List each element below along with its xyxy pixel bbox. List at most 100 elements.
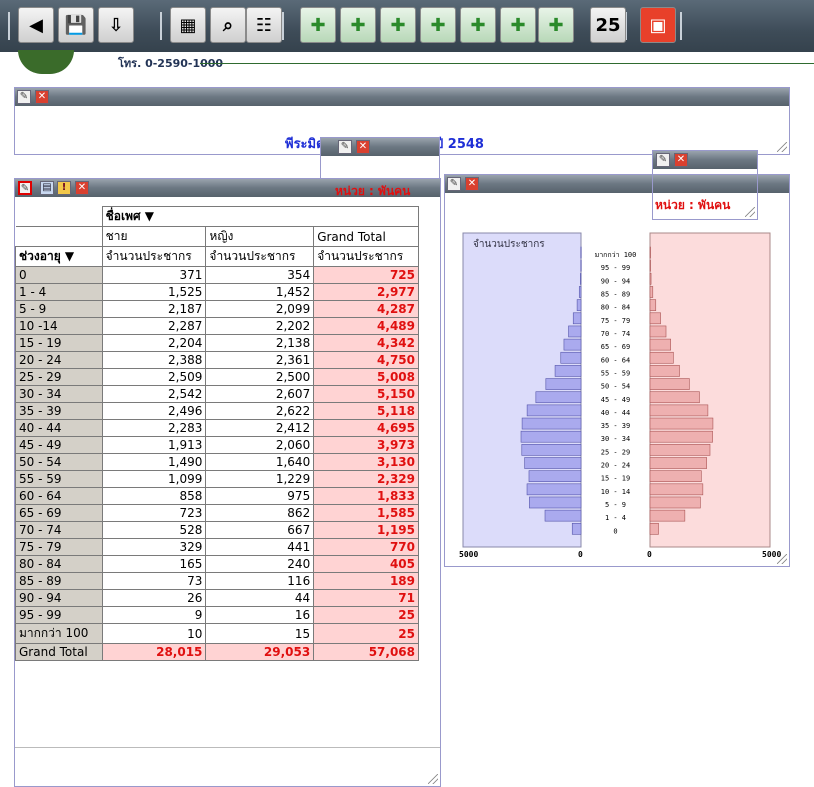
age-cell: 10 -14 bbox=[15, 317, 103, 335]
age-tick-label: มากกว่า 100 bbox=[595, 251, 637, 259]
age-tick-label: 25 - 29 bbox=[601, 448, 631, 456]
resize-grip[interactable] bbox=[777, 142, 787, 152]
total-cell: 4,695 bbox=[313, 419, 419, 437]
header-divider bbox=[200, 63, 814, 64]
age-tick-label: 60 - 64 bbox=[601, 356, 631, 364]
age-cell: 40 - 44 bbox=[15, 419, 103, 437]
resize-grip[interactable] bbox=[745, 207, 755, 217]
female-cell: 2,607 bbox=[205, 385, 315, 403]
table-row: 15 - 19 2,204 2,138 4,342 bbox=[15, 334, 419, 352]
male-cell: 73 bbox=[101, 572, 207, 590]
male-cell: 165 bbox=[101, 555, 207, 573]
female-bar bbox=[649, 417, 714, 430]
male-bar bbox=[524, 457, 582, 469]
table-row: 10 -14 2,287 2,202 4,489 bbox=[15, 317, 419, 335]
female-bar bbox=[649, 312, 661, 325]
age-tick-label: 50 - 54 bbox=[601, 383, 631, 391]
table-row: 60 - 64 858 975 1,833 bbox=[15, 487, 419, 505]
edit-icon[interactable]: ✎ bbox=[338, 140, 352, 154]
female-cell: 2,361 bbox=[205, 351, 315, 369]
age-tick-label: 20 - 24 bbox=[601, 462, 631, 470]
axis-tick-label: 0 bbox=[578, 550, 583, 559]
total-cell: 3,130 bbox=[313, 453, 419, 471]
male-cell: 1,525 bbox=[101, 283, 207, 301]
female-cell: 862 bbox=[205, 504, 315, 522]
resize-grip[interactable] bbox=[777, 554, 787, 564]
close-icon[interactable]: ✕ bbox=[35, 90, 49, 104]
export-icon[interactable]: ⇩ bbox=[98, 7, 134, 43]
exit-icon[interactable]: ▣ bbox=[640, 7, 676, 43]
column-header: Grand Total bbox=[313, 226, 419, 247]
add-pivot-icon[interactable]: ✚ bbox=[300, 7, 336, 43]
close-icon[interactable]: ✕ bbox=[75, 181, 89, 195]
close-icon[interactable]: ✕ bbox=[356, 140, 370, 154]
male-cell: 1,099 bbox=[101, 470, 207, 488]
total-cell: 1,195 bbox=[313, 521, 419, 539]
male-cell: 2,204 bbox=[101, 334, 207, 352]
toolbar-separator bbox=[160, 12, 162, 40]
edit-icon[interactable]: ✎ bbox=[447, 177, 461, 191]
male-cell: 2,187 bbox=[101, 300, 207, 318]
male-bar bbox=[571, 522, 582, 535]
search-icon[interactable]: ⌕ bbox=[210, 7, 246, 43]
total-cell: 1,585 bbox=[313, 504, 419, 522]
male-bar bbox=[526, 404, 582, 417]
gender-field-header[interactable]: ชื่อเพศ ▼ bbox=[101, 206, 420, 227]
back-icon[interactable]: ◀ bbox=[18, 7, 54, 43]
edit-icon[interactable]: ✎ bbox=[17, 90, 31, 104]
table-row: 25 - 29 2,509 2,500 5,008 bbox=[15, 368, 419, 386]
add-database-icon[interactable]: ✚ bbox=[340, 7, 376, 43]
organization-logo bbox=[18, 50, 74, 74]
calendar-icon[interactable]: 25 bbox=[590, 7, 626, 43]
female-bar bbox=[649, 444, 711, 456]
edit-icon[interactable]: ✎ bbox=[656, 153, 670, 167]
add-report-icon[interactable]: ✚ bbox=[380, 7, 416, 43]
male-bar bbox=[578, 286, 582, 298]
male-cell: 26 bbox=[101, 589, 207, 607]
toolbar-separator bbox=[282, 12, 284, 40]
total-cell: 4,342 bbox=[313, 334, 419, 352]
table-row: มากกว่า 100 10 15 25 bbox=[15, 623, 419, 644]
male-bar bbox=[521, 417, 582, 430]
total-cell: 4,489 bbox=[313, 317, 419, 335]
female-bar bbox=[649, 365, 680, 377]
age-tick-label: 45 - 49 bbox=[601, 396, 631, 404]
age-tick-label: 40 - 44 bbox=[601, 409, 631, 417]
add-schedule-icon[interactable]: ✚ bbox=[538, 7, 574, 43]
age-tick-label: 15 - 19 bbox=[601, 475, 631, 483]
add-sort-icon[interactable]: ✚ bbox=[460, 7, 496, 43]
age-tick-label: 85 - 89 bbox=[601, 291, 631, 299]
edit-icon[interactable]: ✎ bbox=[18, 181, 32, 195]
male-bar bbox=[580, 246, 582, 259]
age-tick-label: 80 - 84 bbox=[601, 304, 631, 312]
measure-header: จำนวนประชากร bbox=[313, 246, 419, 267]
close-icon[interactable]: ✕ bbox=[674, 153, 688, 167]
panel-titlebar: ✎ ✕ bbox=[15, 88, 789, 106]
age-tick-label: 90 - 94 bbox=[601, 277, 631, 285]
resize-grip[interactable] bbox=[428, 774, 438, 784]
female-cell: 116 bbox=[205, 572, 315, 590]
female-bar bbox=[649, 299, 657, 311]
tree-icon[interactable]: ☷ bbox=[246, 7, 282, 43]
total-cell: 5,118 bbox=[313, 402, 419, 420]
total-cell: 770 bbox=[313, 538, 419, 556]
age-cell: 0 bbox=[15, 266, 103, 284]
age-cell: 35 - 39 bbox=[15, 402, 103, 420]
age-field-header[interactable]: ช่วงอายุ ▼ bbox=[15, 246, 103, 267]
age-cell: 55 - 59 bbox=[15, 470, 103, 488]
pyramid-title-right: ปี 2548 bbox=[435, 137, 484, 152]
close-icon[interactable]: ✕ bbox=[465, 177, 479, 191]
table-row: 45 - 49 1,913 2,060 3,973 bbox=[15, 436, 419, 454]
chart-picture-icon[interactable]: ▦ bbox=[170, 7, 206, 43]
male-bar bbox=[572, 312, 582, 325]
save-icon[interactable]: 💾 bbox=[58, 7, 94, 43]
total-cell: 3,973 bbox=[313, 436, 419, 454]
add-window-icon[interactable]: ✚ bbox=[500, 7, 536, 43]
age-cell: 25 - 29 bbox=[15, 368, 103, 386]
population-pyramid-chart: มากกว่า 100 95 - 99 90 - 94 85 - 89 80 - 84 7… bbox=[459, 232, 781, 559]
add-chart-icon[interactable]: ✚ bbox=[420, 7, 456, 43]
grand-total-label: Grand Total bbox=[15, 643, 103, 661]
warning-icon[interactable]: ! bbox=[57, 181, 71, 195]
save-icon[interactable]: ▤ bbox=[40, 181, 54, 195]
total-cell: 2,329 bbox=[313, 470, 419, 488]
